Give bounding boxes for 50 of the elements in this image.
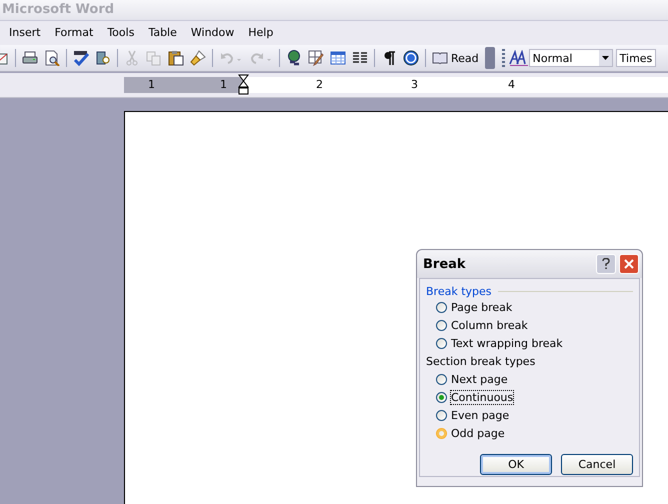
menu-item[interactable]: Window (184, 24, 242, 42)
toolbar-options-button[interactable] (484, 47, 495, 69)
dialog-title: Break (423, 256, 467, 272)
section-label: Section break types (426, 355, 536, 368)
scissors-icon (124, 50, 140, 66)
radio-option[interactable]: Column break (436, 316, 528, 334)
help-button[interactable] (596, 254, 616, 274)
dropdown-arrow-icon (602, 56, 609, 60)
ruler-number: 1 (220, 78, 227, 92)
ruler-number: 1 (148, 78, 155, 92)
menu-item[interactable]: Format (48, 24, 100, 42)
style-field[interactable]: Normal (528, 49, 613, 67)
columns-icon (352, 50, 368, 66)
spelling-check-icon (73, 50, 89, 66)
menu-item[interactable]: Help (241, 24, 280, 42)
printer-icon (22, 50, 38, 66)
dialog-button[interactable]: Cancel (561, 454, 633, 475)
styles-icon (508, 50, 529, 66)
menu-item[interactable]: Tools (100, 24, 142, 42)
radio-option[interactable]: Even page (436, 406, 510, 424)
group-label: Break types (426, 285, 492, 298)
grid-pencil-icon (308, 50, 324, 66)
copy-icon (146, 50, 162, 66)
font-field[interactable]: Times (616, 49, 656, 67)
paintbrush-icon (190, 50, 206, 66)
window-title: Microsoft Word (0, 0, 668, 21)
ruler-number: 3 (411, 78, 418, 92)
question-mark-icon (602, 258, 610, 270)
help-icon (403, 50, 419, 66)
radio-option[interactable]: Continuous (436, 388, 514, 406)
preview-icon (44, 50, 60, 66)
undo-icon (219, 50, 243, 66)
radio-option[interactable]: Page break (436, 298, 512, 316)
table-icon (330, 50, 346, 66)
indent-marker[interactable] (238, 74, 249, 96)
ruler-number: 2 (316, 78, 323, 92)
close-button[interactable] (619, 254, 639, 274)
close-icon (624, 259, 634, 269)
radio-option[interactable]: Next page (436, 370, 508, 388)
menu-item[interactable]: Table (141, 24, 184, 42)
ruler-number: 4 (508, 78, 515, 92)
menu-item[interactable]: Insert (2, 24, 48, 42)
book-icon (432, 52, 448, 64)
globe-link-icon (286, 50, 302, 66)
clipboard-icon (168, 50, 184, 66)
book-magnifier-icon (95, 50, 111, 66)
dialog-button[interactable]: OK (480, 454, 552, 475)
read-button[interactable]: Read (429, 47, 482, 69)
radio-option[interactable]: Text wrapping break (436, 334, 563, 352)
radio-option[interactable]: Odd page (436, 424, 505, 442)
